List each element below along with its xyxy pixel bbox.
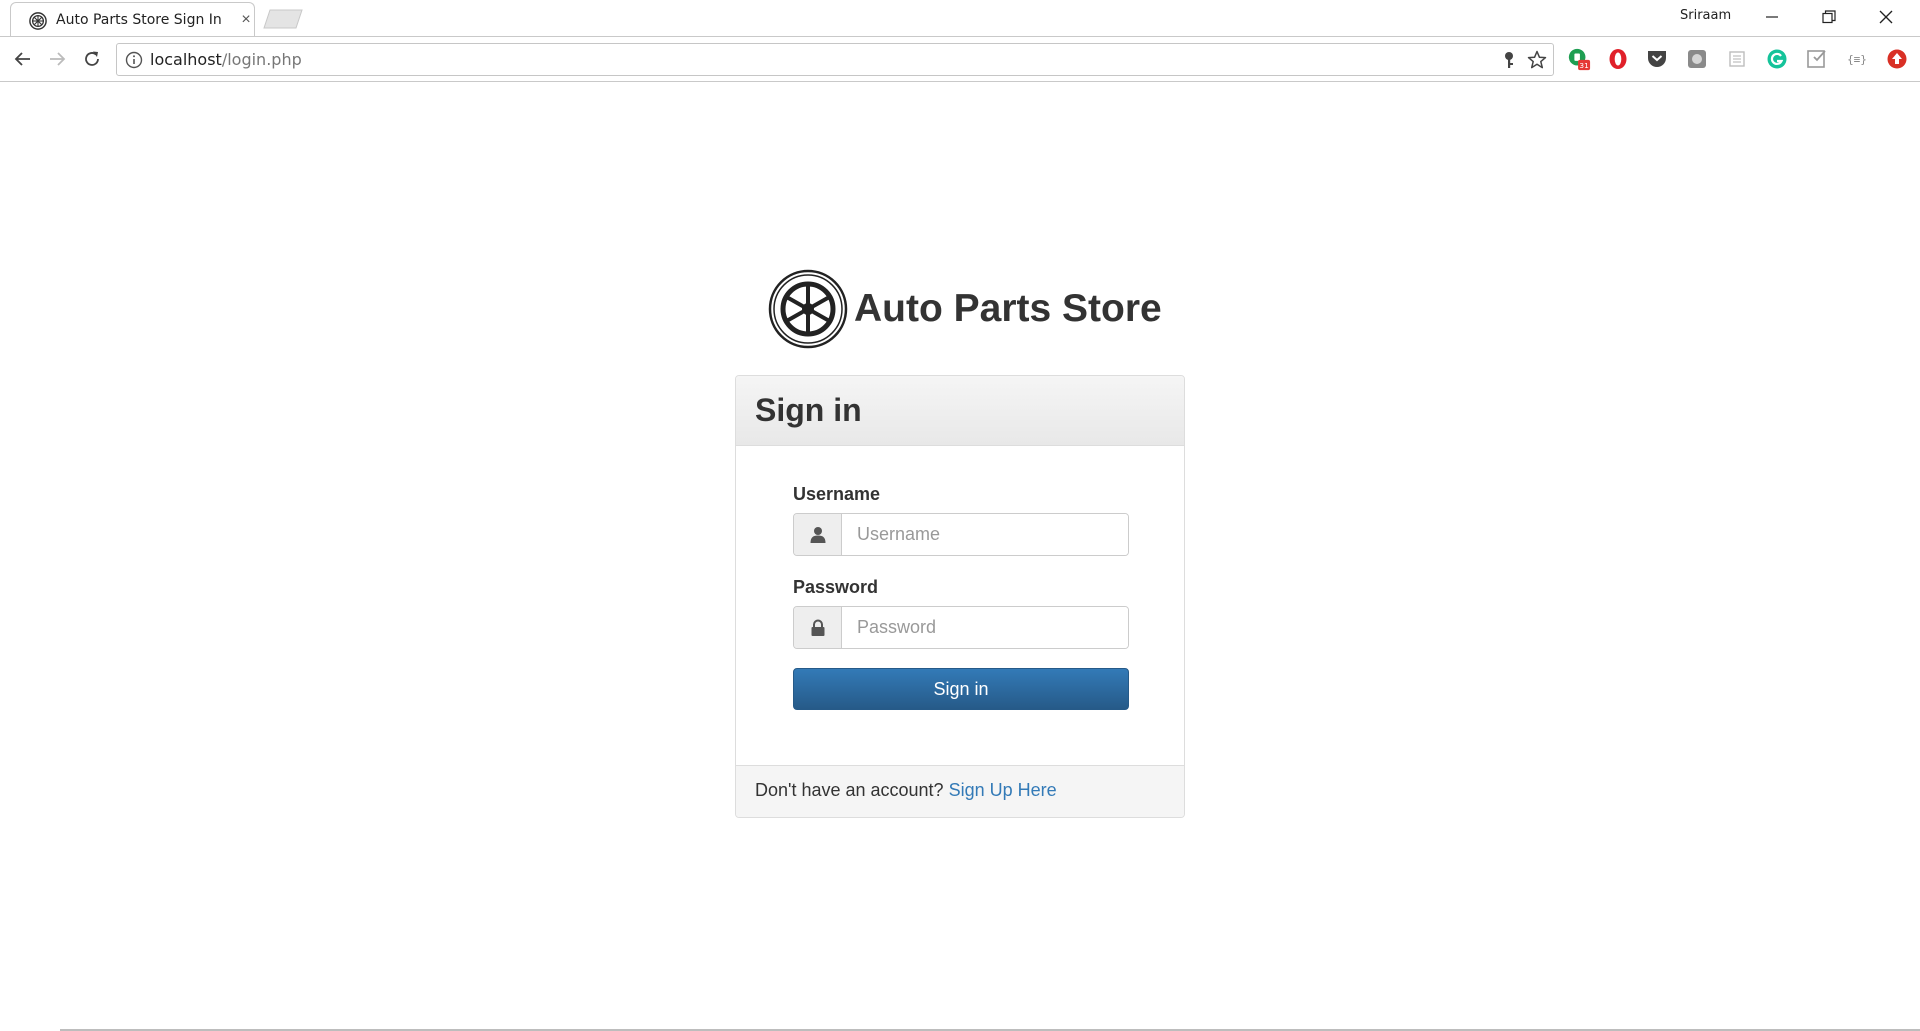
lock-glyph — [811, 619, 824, 636]
panel-footer: Don't have an account? Sign Up Here — [736, 765, 1184, 817]
address-bar[interactable]: localhost/login.php — [116, 43, 1554, 76]
tray-glyph — [1807, 50, 1826, 68]
footer-text: Don't have an account? Sign Up Here — [755, 780, 1057, 801]
forward-button[interactable] — [43, 45, 71, 73]
star-icon[interactable] — [1527, 50, 1547, 70]
url-host: localhost — [150, 50, 222, 69]
profile-name[interactable]: Sriraam — [1680, 8, 1731, 23]
panel-heading: Sign in — [736, 376, 1184, 446]
svg-text:{≡}: {≡} — [1847, 53, 1867, 66]
browser-titlebar: Auto Parts Store Sign In × Sriraam — [0, 0, 1920, 36]
star-glyph — [1527, 50, 1547, 69]
wheel-logo-icon — [768, 269, 848, 349]
key-icon[interactable] — [1499, 50, 1519, 70]
braces-extension-icon[interactable]: {≡} — [1845, 47, 1869, 71]
arrow-right-icon — [50, 52, 66, 66]
wheel-icon — [29, 12, 47, 30]
signin-button[interactable]: Sign in — [793, 668, 1129, 710]
restore-icon — [1822, 10, 1836, 24]
braces-glyph: {≡} — [1847, 53, 1867, 66]
brand-name: Auto Parts Store — [854, 287, 1162, 330]
username-label: Username — [793, 484, 881, 504]
info-icon[interactable] — [125, 51, 143, 69]
calendar-badge: 31 — [1579, 61, 1589, 70]
gray-extension-icon[interactable] — [1685, 47, 1709, 71]
no-account-text: Don't have an account? — [755, 780, 944, 800]
url-path: /login.php — [221, 50, 302, 69]
key-glyph — [1505, 52, 1513, 68]
browser-tab[interactable]: Auto Parts Store Sign In × — [10, 2, 255, 36]
grammarly-extension-icon[interactable] — [1765, 47, 1789, 71]
calendar-glyph: 31 — [1568, 48, 1591, 70]
new-tab-button[interactable] — [262, 9, 304, 29]
tab-close-icon[interactable]: × — [237, 11, 255, 29]
user-icon — [794, 514, 842, 555]
password-input[interactable] — [842, 607, 1128, 648]
close-window-button[interactable] — [1858, 0, 1914, 34]
gray-glyph — [1688, 50, 1706, 68]
arrow-left-icon — [14, 52, 30, 66]
grammarly-glyph — [1767, 49, 1787, 69]
tab-title: Auto Parts Store Sign In — [56, 12, 222, 28]
back-button[interactable] — [9, 45, 37, 73]
user-glyph — [810, 526, 825, 543]
panel-title: Sign in — [755, 392, 862, 428]
page-extension-icon[interactable] — [1725, 47, 1749, 71]
signin-panel: Sign in Username Password Sign in Don't … — [735, 375, 1185, 818]
password-input-group — [793, 606, 1129, 649]
password-label: Password — [793, 577, 879, 597]
username-input-group — [793, 513, 1129, 556]
close-icon — [1879, 10, 1893, 24]
lock-icon — [794, 607, 842, 648]
red-circle-glyph — [1887, 49, 1907, 69]
signup-link[interactable]: Sign Up Here — [949, 780, 1057, 800]
browser-toolbar: localhost/login.php 31 {≡} — [0, 36, 1920, 82]
red-circle-extension-icon[interactable] — [1885, 47, 1909, 71]
minimize-icon — [1766, 16, 1778, 18]
url-text[interactable]: localhost/login.php — [150, 50, 302, 69]
minimize-button[interactable] — [1744, 0, 1800, 34]
opera-glyph — [1609, 49, 1627, 69]
opera-extension-icon[interactable] — [1606, 47, 1630, 71]
calendar-extension-icon[interactable]: 31 — [1567, 47, 1591, 71]
reload-button[interactable] — [78, 45, 106, 73]
tray-extension-icon[interactable] — [1805, 47, 1829, 71]
username-input[interactable] — [842, 514, 1128, 555]
brand-header: Auto Parts Store — [768, 268, 1162, 350]
page-glyph — [1729, 51, 1745, 67]
pocket-extension-icon[interactable] — [1645, 47, 1669, 71]
reload-icon — [85, 51, 99, 66]
restore-button[interactable] — [1801, 0, 1857, 34]
pocket-glyph — [1648, 51, 1666, 67]
